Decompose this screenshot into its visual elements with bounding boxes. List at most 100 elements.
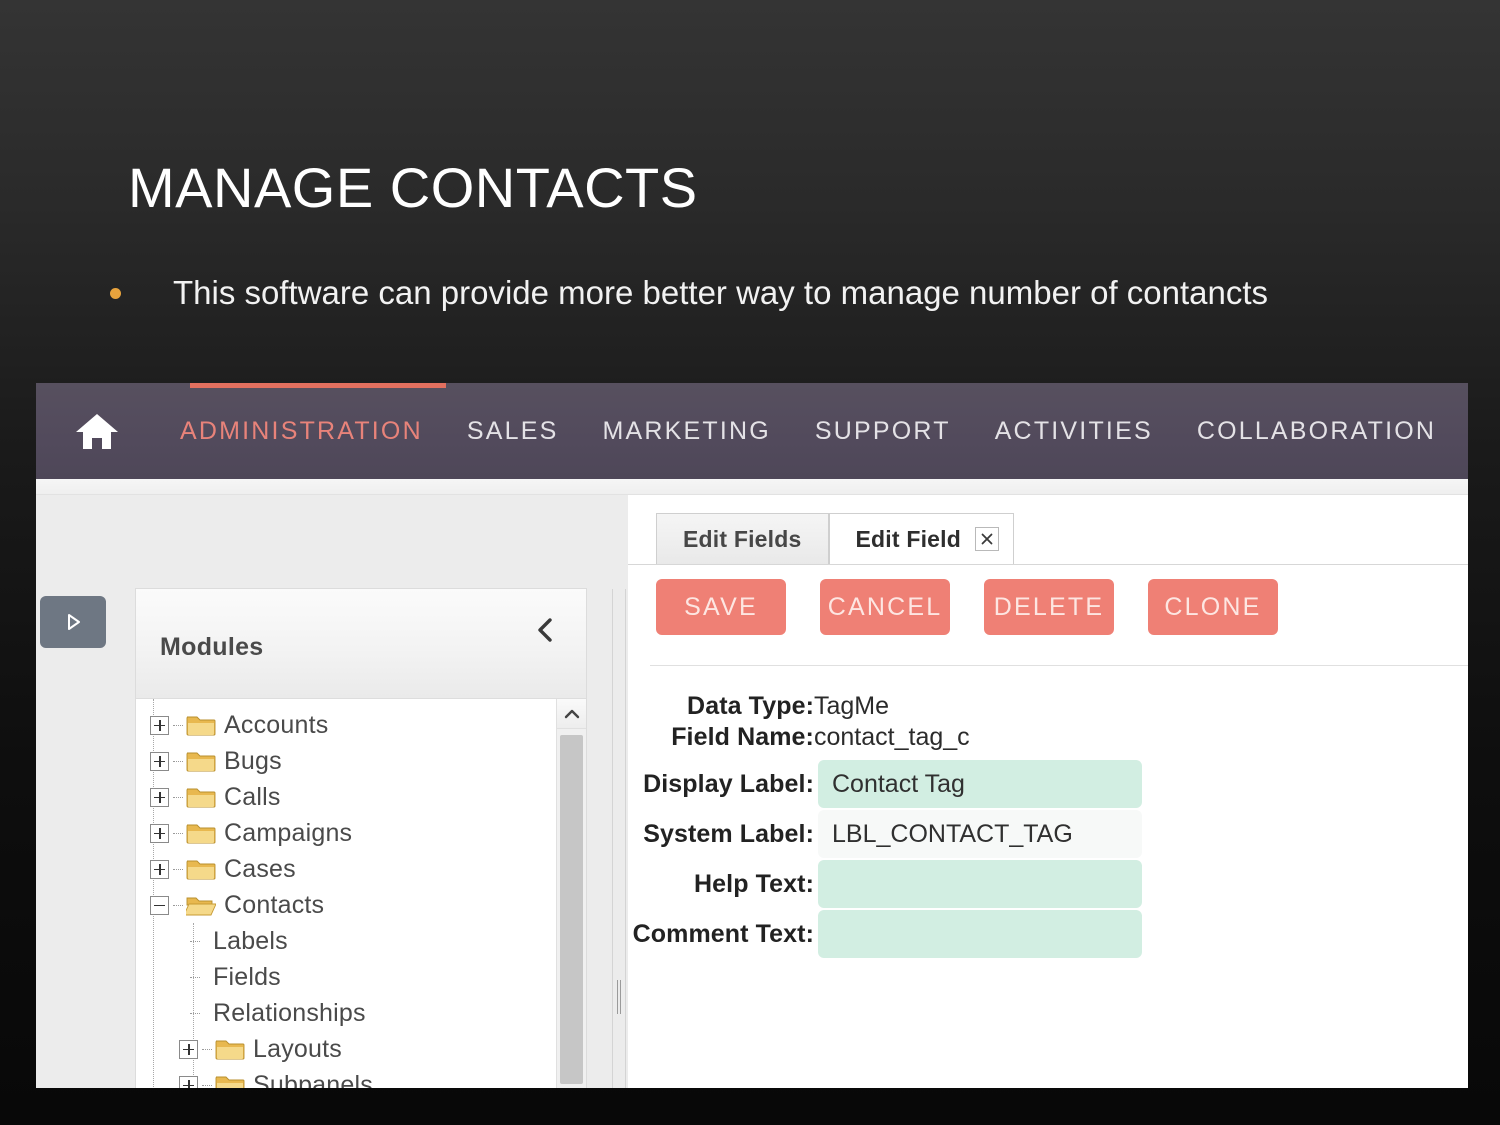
delete-button[interactable]: DELETE: [984, 579, 1114, 635]
comment-text-label: Comment Text:: [632, 919, 814, 948]
edit-field-form: Data Type: TagMe Field Name: contact_tag…: [628, 666, 1468, 958]
system-label-input[interactable]: LBL_CONTACT_TAG: [818, 810, 1142, 858]
tree-item-campaigns[interactable]: Campaigns: [146, 815, 556, 851]
tab-label: Edit Fields: [683, 525, 802, 552]
tree-item-layouts[interactable]: Layouts: [146, 1031, 556, 1067]
tree-connector: [173, 760, 183, 762]
expand-toggle-icon[interactable]: [150, 751, 169, 771]
field-name-value: contact_tag_c: [814, 723, 970, 751]
tree-item-subpanels[interactable]: Subpanels: [146, 1067, 556, 1088]
folder-closed-icon: [186, 858, 216, 881]
tree-item-label: Labels: [213, 926, 288, 955]
modules-tree: Accounts Bugs Calls Campaigns Cases Cont…: [136, 699, 556, 1088]
tree-connector: [190, 976, 200, 978]
tree-item-labels[interactable]: Labels: [146, 923, 556, 959]
play-triangle-icon: [61, 610, 85, 634]
field-name-label: Field Name:: [671, 723, 814, 751]
sidebar-expand-tab[interactable]: [40, 596, 106, 648]
collapse-toggle-icon[interactable]: [150, 895, 169, 915]
tab-strip: Edit Fields Edit Field: [628, 495, 1468, 565]
folder-closed-icon: [186, 714, 216, 737]
chevron-left-icon[interactable]: [532, 615, 558, 645]
expand-toggle-icon[interactable]: [150, 859, 169, 879]
modules-tree-wrap: Accounts Bugs Calls Campaigns Cases Cont…: [136, 699, 586, 1088]
nav-items: ADMINISTRATION SALES MARKETING SUPPORT A…: [158, 417, 1458, 446]
tab-label: Edit Field: [855, 525, 961, 552]
nav-item-marketing[interactable]: MARKETING: [580, 417, 792, 446]
nav-item-collaboration[interactable]: COLLABORATION: [1175, 417, 1458, 446]
tree-item-accounts[interactable]: Accounts: [146, 707, 556, 743]
tree-item-label: Bugs: [224, 746, 282, 775]
tree-item-label: Calls: [224, 782, 281, 811]
tree-item-calls[interactable]: Calls: [146, 779, 556, 815]
close-x-icon[interactable]: [975, 527, 999, 551]
bullet-dot-icon: [110, 288, 121, 299]
nav-item-activities[interactable]: ACTIVITIES: [973, 417, 1175, 446]
clone-button[interactable]: CLONE: [1148, 579, 1278, 635]
modules-title: Modules: [160, 633, 264, 661]
folder-closed-icon: [215, 1038, 245, 1061]
folder-closed-icon: [186, 822, 216, 845]
chevron-up-icon[interactable]: [557, 699, 586, 729]
panel-splitter[interactable]: [612, 589, 626, 1088]
tab-edit-fields[interactable]: Edit Fields: [656, 513, 829, 565]
cancel-button[interactable]: CANCEL: [820, 579, 950, 635]
expand-toggle-icon[interactable]: [179, 1039, 198, 1059]
tree-connector: [202, 1084, 212, 1086]
folder-open-icon: [183, 894, 217, 917]
display-label-label: Display Label:: [643, 769, 814, 798]
expand-toggle-icon[interactable]: [150, 715, 169, 735]
nav-item-administration[interactable]: ADMINISTRATION: [158, 417, 445, 446]
tree-item-fields[interactable]: Fields: [146, 959, 556, 995]
help-text-input[interactable]: [818, 860, 1142, 908]
tab-edit-field[interactable]: Edit Field: [828, 513, 1014, 565]
splitter-grip[interactable]: [617, 980, 621, 1014]
tree-connector: [173, 904, 183, 906]
tree-connector: [173, 832, 183, 834]
form-row-comment-text: Comment Text:: [628, 910, 1468, 958]
tree-connector: [173, 868, 183, 870]
tree-item-label: Contacts: [224, 890, 325, 919]
save-button[interactable]: SAVE: [656, 579, 786, 635]
action-button-row: SAVE CANCEL DELETE CLONE: [628, 565, 1468, 635]
tree-scrollbar[interactable]: [556, 699, 586, 1088]
display-label-input[interactable]: Contact Tag: [818, 760, 1142, 808]
data-type-label: Data Type:: [687, 692, 814, 720]
expand-toggle-icon[interactable]: [179, 1075, 198, 1088]
tree-item-label: Relationships: [213, 998, 366, 1027]
nav-item-support[interactable]: SUPPORT: [793, 417, 973, 446]
tree-connector: [202, 1048, 212, 1050]
tree-item-contacts[interactable]: Contacts: [146, 887, 556, 923]
tree-item-label: Fields: [213, 962, 281, 991]
active-nav-indicator: [190, 383, 446, 388]
form-row-data-type: Data Type: TagMe: [628, 692, 1468, 721]
comment-text-input[interactable]: [818, 910, 1142, 958]
form-row-field-name: Field Name: contact_tag_c: [628, 723, 1468, 752]
tab-strip-underline: [628, 564, 1468, 565]
tree-item-label: Cases: [224, 854, 296, 883]
expand-toggle-icon[interactable]: [150, 823, 169, 843]
modules-panel-header: Modules: [136, 589, 586, 699]
tree-connector: [190, 1012, 200, 1014]
nav-item-sales[interactable]: SALES: [445, 417, 581, 446]
form-row-help-text: Help Text:: [628, 860, 1468, 908]
form-row-system-label: System Label: LBL_CONTACT_TAG: [628, 810, 1468, 858]
tree-item-cases[interactable]: Cases: [146, 851, 556, 887]
folder-closed-icon: [186, 786, 216, 809]
tree-item-relationships[interactable]: Relationships: [146, 995, 556, 1031]
app-workspace: Modules Accounts Bugs Calls Campaigns Ca…: [36, 479, 1468, 1088]
folder-closed-icon: [215, 1074, 245, 1088]
workspace-toolbar-strip: [36, 479, 1468, 495]
tree-item-label: Subpanels: [253, 1070, 373, 1089]
tree-item-label: Layouts: [253, 1034, 342, 1063]
folder-closed-icon: [186, 750, 216, 773]
tree-connector: [173, 796, 183, 798]
tree-item-bugs[interactable]: Bugs: [146, 743, 556, 779]
help-text-label: Help Text:: [694, 869, 814, 898]
scrollbar-thumb[interactable]: [560, 735, 583, 1084]
tree-item-label: Campaigns: [224, 818, 353, 847]
tree-connector: [190, 940, 200, 942]
home-icon[interactable]: [74, 410, 120, 452]
bullet-text: This software can provide more better wa…: [173, 274, 1269, 311]
expand-toggle-icon[interactable]: [150, 787, 169, 807]
